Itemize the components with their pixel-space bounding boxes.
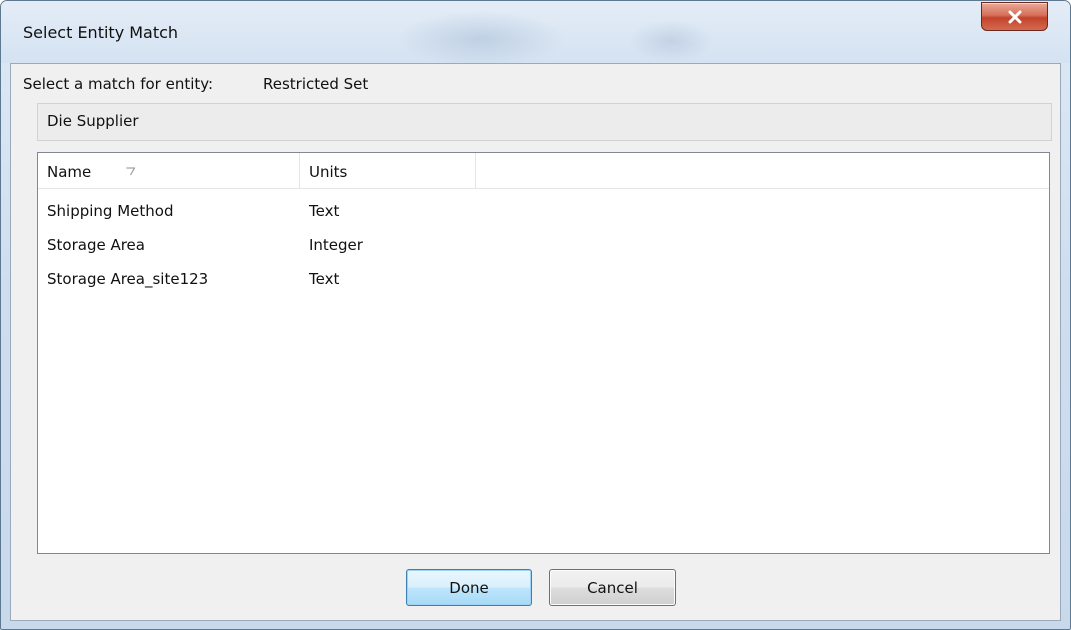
table-header: Name Units (38, 153, 1049, 189)
table-row[interactable]: Shipping Method Text (38, 193, 1049, 227)
prompt-value: Restricted Set (263, 75, 369, 93)
table-row[interactable]: Storage Area_site123 Text (38, 261, 1049, 295)
match-table[interactable]: Name Units Shipping Method Text Storage … (37, 152, 1050, 554)
sort-indicator-icon (126, 167, 135, 176)
cell-units: Text (309, 270, 340, 288)
cell-units: Integer (309, 236, 363, 254)
close-button[interactable] (981, 2, 1048, 31)
cell-units: Text (309, 202, 340, 220)
cell-name: Storage Area (47, 236, 145, 254)
cancel-button[interactable]: Cancel (549, 569, 676, 606)
dialog-window: Select Entity Match Select a match for e… (0, 0, 1071, 630)
prompt-label: Select a match for entity: (23, 75, 214, 93)
entity-name: Die Supplier (47, 112, 139, 130)
entity-name-field: Die Supplier (37, 103, 1052, 141)
close-icon (1008, 10, 1021, 23)
column-header-units-label: Units (309, 163, 348, 181)
cell-name: Shipping Method (47, 202, 174, 220)
column-header-name-label: Name (47, 163, 92, 181)
column-header-units[interactable]: Units (300, 153, 476, 189)
table-row[interactable]: Storage Area Integer (38, 227, 1049, 261)
prompt-row: Select a match for entity: Restricted Se… (23, 75, 368, 93)
cell-name: Storage Area_site123 (47, 270, 209, 288)
title-bar[interactable]: Select Entity Match (1, 1, 1070, 63)
dialog-title: Select Entity Match (23, 23, 179, 42)
done-button[interactable]: Done (406, 569, 532, 606)
column-header-name[interactable]: Name (38, 153, 300, 189)
